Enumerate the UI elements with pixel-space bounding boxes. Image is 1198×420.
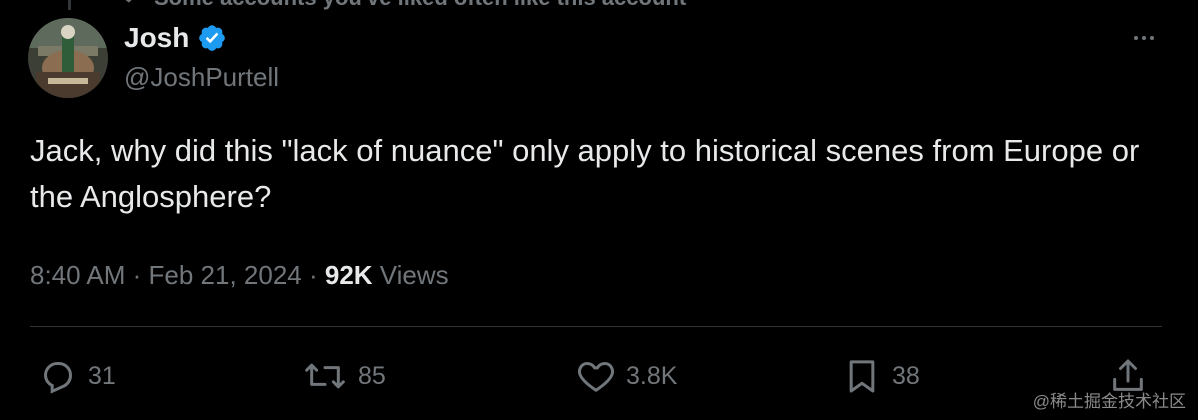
meta-separator: · — [125, 259, 149, 290]
reply-count: 31 — [88, 361, 116, 390]
views-count[interactable]: 92K — [325, 260, 373, 291]
tweet-date[interactable]: Feb 21, 2024 — [149, 260, 302, 291]
tweet-time[interactable]: 8:40 AM — [30, 260, 125, 291]
verified-badge-icon[interactable] — [197, 23, 227, 53]
repost-count: 85 — [358, 361, 386, 390]
more-dot — [1142, 36, 1146, 40]
tweet-actions: 31 85 3.8K 38 — [0, 354, 1198, 398]
more-dots-icon — [1134, 36, 1138, 40]
avatar[interactable] — [28, 18, 108, 98]
more-dot — [1150, 36, 1154, 40]
heart-icon — [118, 0, 140, 11]
repost-button[interactable]: 85 — [302, 354, 386, 398]
bookmark-count: 38 — [892, 361, 920, 390]
like-count: 3.8K — [626, 361, 678, 390]
views-label: Views — [372, 259, 449, 290]
thread-connector-line — [68, 0, 71, 10]
like-button[interactable]: 3.8K — [576, 354, 677, 398]
repost-arrows-icon — [302, 356, 348, 396]
bookmark-icon — [842, 356, 882, 396]
tweet-text: Jack, why did this "lack of nuance" only… — [30, 133, 1140, 214]
watermark-text: @稀土掘金技术社区 — [1032, 392, 1186, 411]
reply-button[interactable]: 31 — [38, 354, 116, 398]
author-display-name[interactable]: Josh — [124, 22, 189, 54]
author-name-row: Josh — [124, 20, 227, 56]
tweet-meta: 8:40 AM · Feb 21, 2024 · 92K Views — [30, 256, 449, 294]
divider — [30, 326, 1162, 327]
meta-separator: · — [301, 259, 325, 290]
speech-bubble-icon — [38, 356, 78, 396]
heart-icon — [576, 356, 616, 396]
more-options-button[interactable] — [1126, 24, 1162, 52]
social-context-text: Some accounts you've liked often like th… — [154, 0, 686, 11]
social-context: Some accounts you've liked often like th… — [118, 0, 686, 11]
bookmark-button[interactable]: 38 — [842, 354, 920, 398]
author-handle[interactable]: @JoshPurtell — [124, 62, 279, 93]
